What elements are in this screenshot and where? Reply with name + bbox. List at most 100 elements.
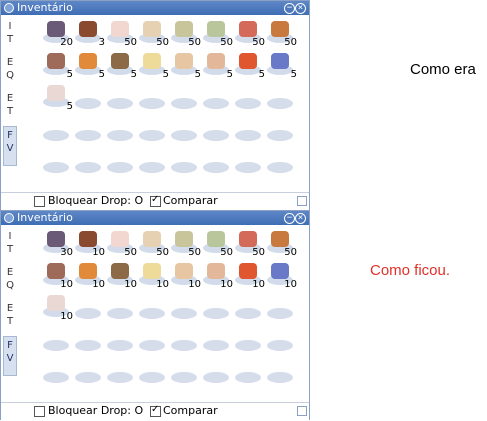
inventory-item[interactable]: 50 (137, 229, 169, 258)
tab-fv[interactable]: F V (3, 336, 17, 376)
empty-slot[interactable] (267, 308, 293, 319)
empty-slot[interactable] (203, 130, 229, 141)
empty-slot[interactable] (203, 340, 229, 351)
inventory-item[interactable]: 50 (265, 19, 297, 48)
inventory-item[interactable]: 3 (73, 19, 105, 48)
inventory-item[interactable]: 50 (265, 229, 297, 258)
resize-handle-icon[interactable] (297, 406, 307, 416)
minimize-icon[interactable]: − (284, 213, 295, 224)
inventory-item[interactable]: 10 (73, 229, 105, 258)
inventory-item[interactable]: 5 (169, 51, 201, 80)
empty-slot[interactable] (139, 162, 165, 173)
inventory-item[interactable]: 50 (105, 229, 137, 258)
inventory-item[interactable]: 5 (73, 51, 105, 80)
minimize-icon[interactable]: − (284, 3, 295, 14)
close-icon[interactable]: × (295, 213, 306, 224)
tab-eq[interactable]: E Q (3, 264, 17, 304)
empty-slot[interactable] (171, 372, 197, 383)
inventory-item[interactable]: 50 (201, 19, 233, 48)
empty-slot[interactable] (267, 130, 293, 141)
inventory-item[interactable]: 10 (41, 293, 73, 322)
empty-slot[interactable] (235, 162, 261, 173)
empty-slot[interactable] (235, 98, 261, 109)
empty-slot[interactable] (139, 308, 165, 319)
empty-slot[interactable] (75, 162, 101, 173)
inventory-item[interactable]: 5 (105, 51, 137, 80)
inventory-item[interactable]: 10 (137, 261, 169, 290)
empty-slot[interactable] (267, 162, 293, 173)
tab-et[interactable]: E T (3, 90, 17, 130)
empty-slot[interactable] (75, 372, 101, 383)
window-titlebar[interactable]: Inventário − × (1, 1, 309, 15)
inventory-item[interactable]: 50 (201, 229, 233, 258)
inventory-item[interactable]: 30 (41, 229, 73, 258)
tab-it[interactable]: I T (3, 228, 17, 268)
inventory-item[interactable]: 5 (41, 51, 73, 80)
empty-slot[interactable] (139, 130, 165, 141)
empty-slot[interactable] (107, 98, 133, 109)
inventory-item[interactable]: 50 (169, 229, 201, 258)
empty-slot[interactable] (107, 308, 133, 319)
empty-slot[interactable] (75, 308, 101, 319)
inventory-item[interactable]: 10 (233, 261, 265, 290)
inventory-item[interactable]: 5 (233, 51, 265, 80)
inventory-item[interactable]: 50 (137, 19, 169, 48)
lock-drop-checkbox[interactable] (34, 196, 45, 207)
inventory-item[interactable]: 50 (233, 19, 265, 48)
window-titlebar[interactable]: Inventário − × (1, 211, 309, 225)
empty-slot[interactable] (43, 340, 69, 351)
inventory-item[interactable]: 10 (41, 261, 73, 290)
inventory-item[interactable]: 10 (265, 261, 297, 290)
empty-slot[interactable] (107, 130, 133, 141)
inventory-item[interactable]: 50 (169, 19, 201, 48)
empty-slot[interactable] (267, 98, 293, 109)
compare-checkbox[interactable] (150, 194, 161, 207)
inventory-item[interactable]: 50 (233, 229, 265, 258)
empty-slot[interactable] (267, 340, 293, 351)
inventory-item[interactable]: 5 (137, 51, 169, 80)
empty-slot[interactable] (203, 372, 229, 383)
empty-slot[interactable] (235, 372, 261, 383)
inventory-item[interactable]: 10 (73, 261, 105, 290)
inventory-item[interactable]: 10 (105, 261, 137, 290)
empty-slot[interactable] (43, 130, 69, 141)
inventory-item[interactable]: 5 (201, 51, 233, 80)
empty-slot[interactable] (107, 162, 133, 173)
empty-slot[interactable] (75, 340, 101, 351)
inventory-item[interactable]: 50 (105, 19, 137, 48)
tab-et[interactable]: E T (3, 300, 17, 340)
empty-slot[interactable] (171, 308, 197, 319)
inventory-item[interactable]: 20 (41, 19, 73, 48)
empty-slot[interactable] (171, 162, 197, 173)
empty-slot[interactable] (75, 130, 101, 141)
empty-slot[interactable] (267, 372, 293, 383)
empty-slot[interactable] (203, 308, 229, 319)
empty-slot[interactable] (43, 162, 69, 173)
tab-it[interactable]: I T (3, 18, 17, 58)
inventory-item[interactable]: 5 (265, 51, 297, 80)
empty-slot[interactable] (139, 340, 165, 351)
inventory-item[interactable]: 5 (41, 83, 73, 112)
resize-handle-icon[interactable] (297, 196, 307, 206)
tab-eq[interactable]: E Q (3, 54, 17, 94)
empty-slot[interactable] (139, 372, 165, 383)
empty-slot[interactable] (203, 98, 229, 109)
empty-slot[interactable] (43, 372, 69, 383)
tab-fv[interactable]: F V (3, 126, 17, 166)
inventory-item[interactable]: 10 (201, 261, 233, 290)
lock-drop-checkbox[interactable] (34, 406, 45, 417)
empty-slot[interactable] (171, 130, 197, 141)
empty-slot[interactable] (139, 98, 165, 109)
empty-slot[interactable] (235, 340, 261, 351)
empty-slot[interactable] (171, 340, 197, 351)
empty-slot[interactable] (107, 340, 133, 351)
close-icon[interactable]: × (295, 3, 306, 14)
empty-slot[interactable] (203, 162, 229, 173)
empty-slot[interactable] (75, 98, 101, 109)
inventory-item[interactable]: 10 (169, 261, 201, 290)
empty-slot[interactable] (107, 372, 133, 383)
empty-slot[interactable] (171, 98, 197, 109)
empty-slot[interactable] (235, 308, 261, 319)
compare-checkbox[interactable] (150, 404, 161, 417)
empty-slot[interactable] (235, 130, 261, 141)
